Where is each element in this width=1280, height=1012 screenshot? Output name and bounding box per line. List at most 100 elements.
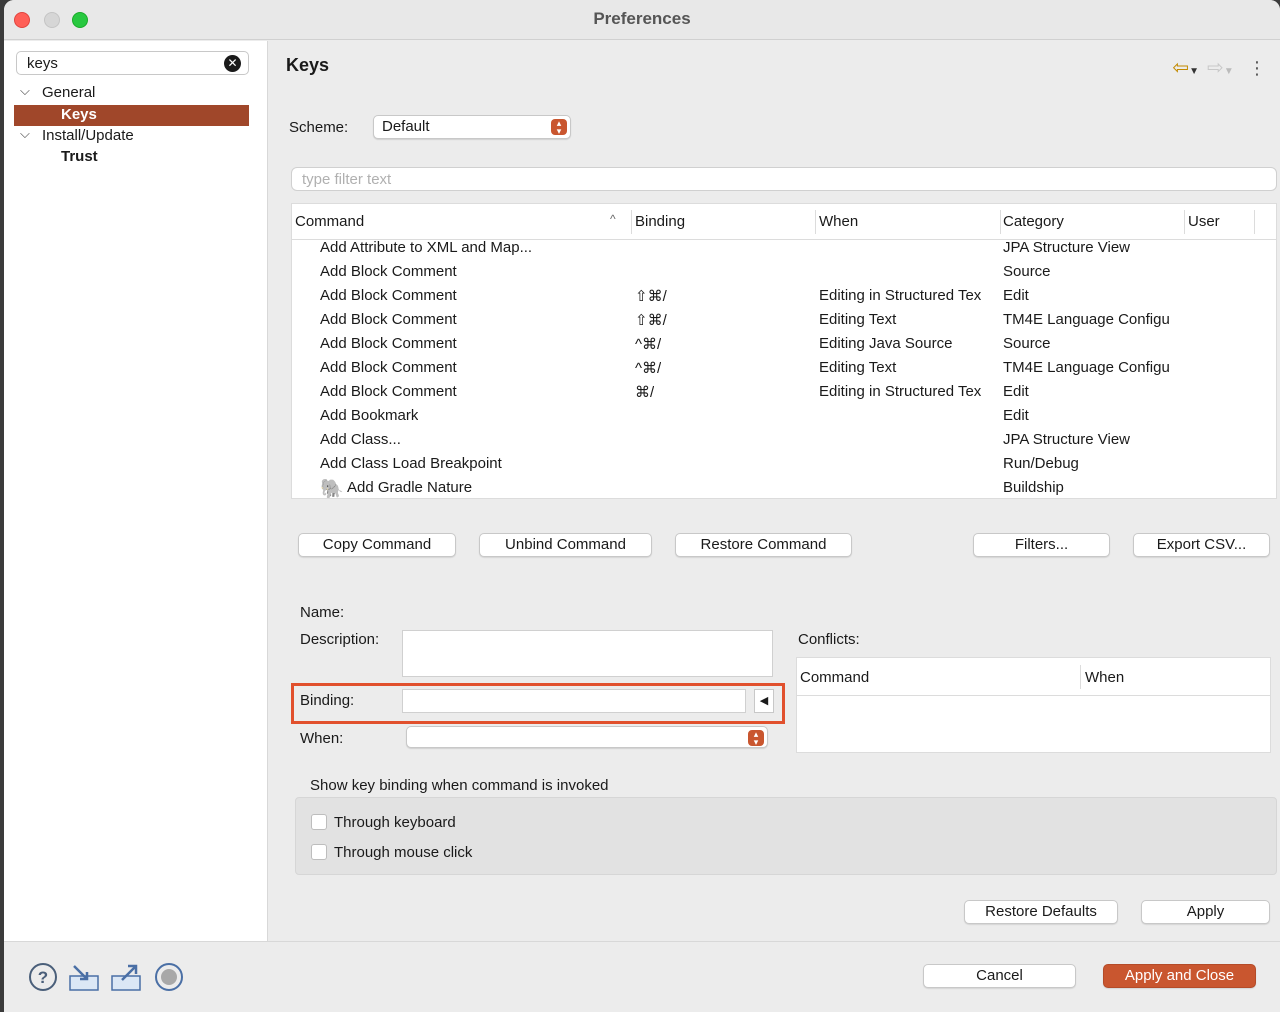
cell-category: Source xyxy=(1003,263,1051,280)
column-divider[interactable] xyxy=(815,210,816,234)
dialog-footer: ? Cancel Apply and Close xyxy=(4,941,1280,1012)
table-row[interactable]: Add Attribute to XML and Map... JPA Stru… xyxy=(292,237,1276,261)
conflicts-label: Conflicts: xyxy=(798,631,860,648)
scheme-value: Default xyxy=(382,118,430,135)
import-icon[interactable] xyxy=(68,964,100,999)
table-row[interactable]: Add Block Comment ⌘/ Editing in Structur… xyxy=(292,381,1276,405)
tree-item-general[interactable]: ⌵ General xyxy=(14,83,249,104)
sort-ascending-icon[interactable]: ^ xyxy=(610,212,616,226)
tree-item-label: Trust xyxy=(61,148,98,165)
cell-category: Edit xyxy=(1003,383,1029,400)
table-row[interactable]: Add Class Load Breakpoint Run/Debug xyxy=(292,453,1276,477)
stop-icon[interactable] xyxy=(154,962,184,999)
table-row[interactable]: Add Bookmark Edit xyxy=(292,405,1276,429)
table-row[interactable]: Add Block Comment ⇧⌘/ Editing Text TM4E … xyxy=(292,309,1276,333)
binding-field[interactable] xyxy=(402,689,746,713)
conflicts-table-header: Command When xyxy=(797,658,1270,696)
description-label: Description: xyxy=(300,631,380,648)
cell-command: Add Block Comment xyxy=(320,359,457,376)
cancel-button[interactable]: Cancel xyxy=(923,964,1076,988)
chevron-down-icon[interactable]: ⌵ xyxy=(20,83,30,99)
column-divider[interactable] xyxy=(631,210,632,234)
tree-item-label: General xyxy=(42,84,96,101)
table-header: Command ^ Binding When Category User xyxy=(292,204,1276,240)
commands-table[interactable]: Command ^ Binding When Category User Add… xyxy=(291,203,1277,499)
export-csv-button[interactable]: Export CSV... xyxy=(1133,533,1270,557)
tree-item-trust[interactable]: Trust xyxy=(14,147,249,168)
apply-and-close-button[interactable]: Apply and Close xyxy=(1103,964,1256,988)
copy-command-button[interactable]: Copy Command xyxy=(298,533,456,557)
back-dropdown-icon[interactable]: ▼ xyxy=(1189,66,1199,77)
forward-dropdown-icon[interactable]: ▼ xyxy=(1224,66,1234,77)
back-arrow-icon[interactable]: ⇦ xyxy=(1172,55,1189,80)
column-divider[interactable] xyxy=(1184,210,1185,234)
cell-category: Source xyxy=(1003,335,1051,352)
chevron-down-icon[interactable]: ⌵ xyxy=(20,126,30,142)
export-icon[interactable] xyxy=(110,962,142,999)
table-row[interactable]: Add Block Comment ^⌘/ Editing Java Sourc… xyxy=(292,333,1276,357)
forward-arrow-icon[interactable]: ⇨ xyxy=(1207,55,1224,80)
scheme-label: Scheme: xyxy=(289,119,349,136)
column-header-when[interactable]: When xyxy=(819,213,858,230)
table-row[interactable]: Add Block Comment ⇧⌘/ Editing in Structu… xyxy=(292,285,1276,309)
page-title: Keys xyxy=(286,55,330,75)
binding-special-keys-button[interactable]: ◀ xyxy=(754,689,774,713)
help-icon[interactable]: ? xyxy=(28,962,58,999)
title-bar: Preferences xyxy=(4,0,1280,40)
column-divider[interactable] xyxy=(1000,210,1001,234)
column-header-binding[interactable]: Binding xyxy=(635,213,685,230)
column-header-command[interactable]: Command xyxy=(295,213,364,230)
sidebar-search-value: keys xyxy=(27,55,58,72)
through-keyboard-checkbox[interactable] xyxy=(311,814,327,830)
window-title: Preferences xyxy=(593,9,691,28)
filter-input[interactable] xyxy=(292,168,1276,190)
show-binding-group: Through keyboard Through mouse click xyxy=(295,797,1277,875)
binding-label: Binding: xyxy=(300,692,355,709)
tree-item-label: Keys xyxy=(61,106,97,123)
column-divider[interactable] xyxy=(1080,665,1081,689)
table-row[interactable]: 🐘 Add Gradle Nature Buildship xyxy=(292,477,1276,498)
description-field[interactable] xyxy=(402,630,773,677)
table-row[interactable]: Add Block Comment ^⌘/ Editing Text TM4E … xyxy=(292,357,1276,381)
conflicts-table[interactable]: Command When xyxy=(796,657,1271,753)
restore-defaults-button[interactable]: Restore Defaults xyxy=(964,900,1118,924)
show-binding-title: Show key binding when command is invoked xyxy=(310,777,609,794)
preferences-window: Preferences keys ✕ ⌵ General Keys ⌵ Inst… xyxy=(4,0,1280,1012)
table-row[interactable]: Add Block Comment Source xyxy=(292,261,1276,285)
cell-command: Add Class Load Breakpoint xyxy=(320,455,502,472)
conflicts-column-when[interactable]: When xyxy=(1085,669,1124,686)
cell-command: Add Block Comment xyxy=(320,263,457,280)
cell-command: Add Block Comment xyxy=(320,383,457,400)
through-keyboard-label[interactable]: Through keyboard xyxy=(334,814,456,831)
cell-when: Editing Text xyxy=(819,359,897,376)
view-menu-icon[interactable]: ⋮ xyxy=(1248,58,1266,79)
column-header-category[interactable]: Category xyxy=(1003,213,1064,230)
filter-input-box[interactable] xyxy=(291,167,1277,191)
filters-button[interactable]: Filters... xyxy=(973,533,1110,557)
sidebar-search-input[interactable]: keys ✕ xyxy=(16,51,249,75)
table-row[interactable]: Add Class... JPA Structure View xyxy=(292,429,1276,453)
cell-command: Add Bookmark xyxy=(320,407,419,424)
apply-button[interactable]: Apply xyxy=(1141,900,1270,924)
sidebar: keys ✕ ⌵ General Keys ⌵ Install/Update T… xyxy=(4,41,268,941)
clear-search-icon[interactable]: ✕ xyxy=(224,55,241,72)
cell-category: TM4E Language Configu xyxy=(1003,359,1170,376)
column-divider[interactable] xyxy=(1254,210,1255,234)
tree-item-install-update[interactable]: ⌵ Install/Update xyxy=(14,126,249,147)
cell-binding: ⌘/ xyxy=(635,384,655,401)
tree-item-label: Install/Update xyxy=(42,127,134,144)
scheme-select[interactable]: Default ▴ ▾ xyxy=(373,115,571,139)
restore-command-button[interactable]: Restore Command xyxy=(675,533,852,557)
cell-category: JPA Structure View xyxy=(1003,239,1131,256)
main-panel: Keys ⇦▼ ⇨▼ ⋮ Scheme: Default ▴▾ Command … xyxy=(269,41,1280,941)
unbind-command-button[interactable]: Unbind Command xyxy=(479,533,652,557)
cell-binding: ^⌘/ xyxy=(635,336,662,353)
column-header-user[interactable]: User xyxy=(1188,213,1220,230)
when-label: When: xyxy=(300,730,344,747)
through-mouse-checkbox[interactable] xyxy=(311,844,327,860)
select-stepper-icon: ▴ ▾ xyxy=(748,730,764,747)
through-mouse-label[interactable]: Through mouse click xyxy=(334,844,472,861)
conflicts-column-command[interactable]: Command xyxy=(800,669,869,686)
tree-item-keys[interactable]: Keys xyxy=(14,105,249,126)
when-select[interactable]: ▴ ▾ xyxy=(406,726,768,748)
